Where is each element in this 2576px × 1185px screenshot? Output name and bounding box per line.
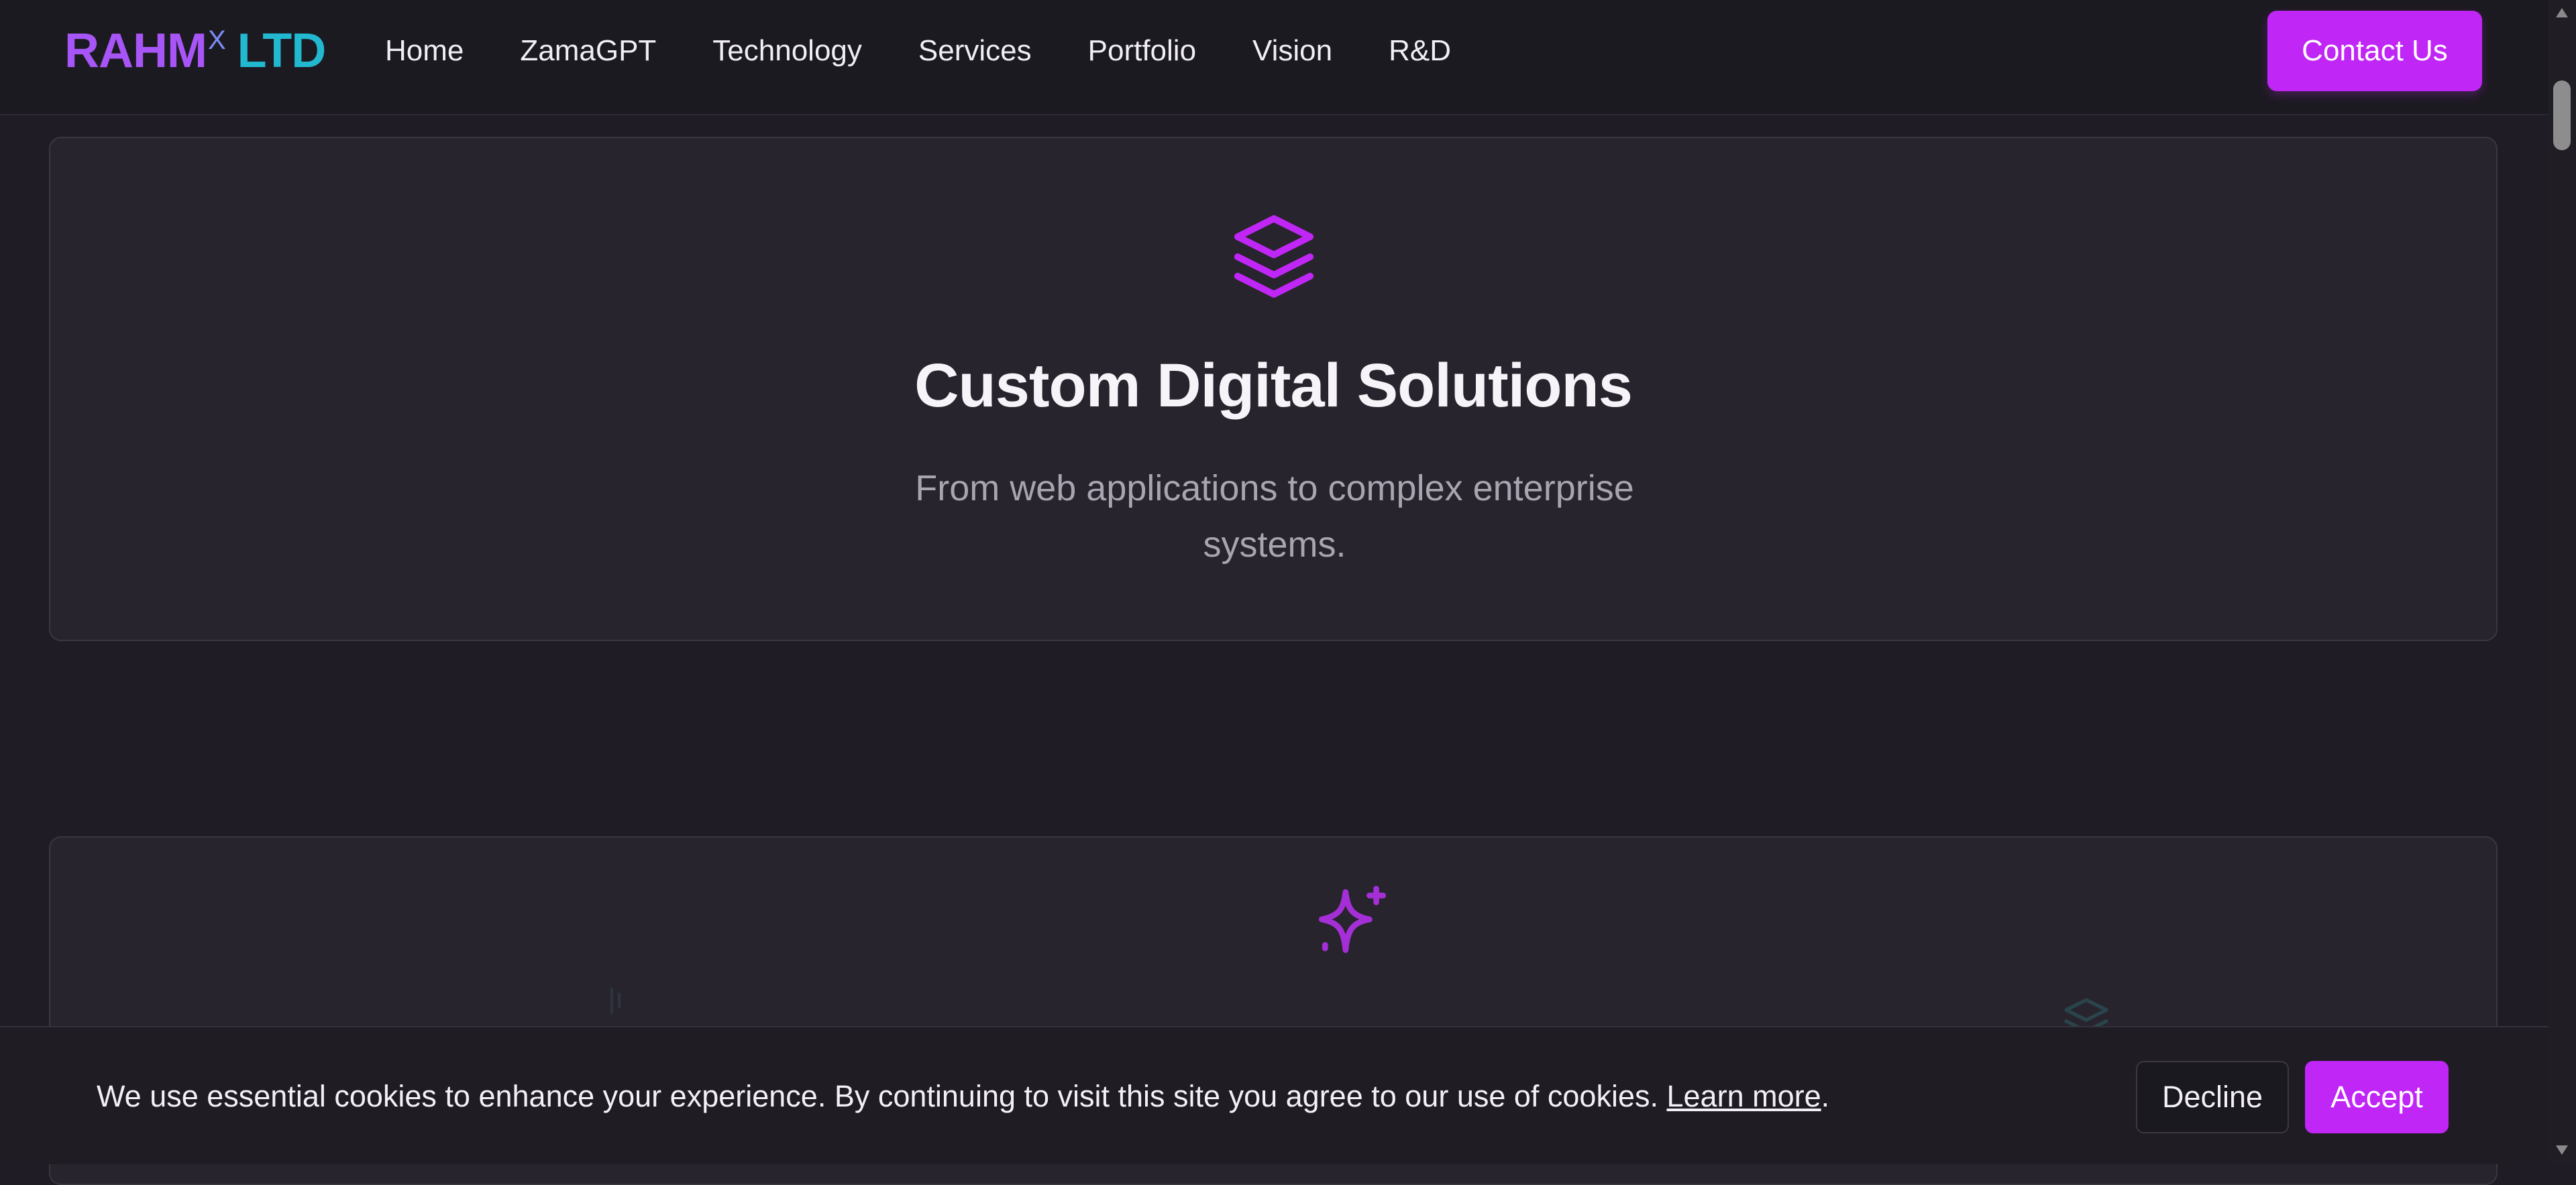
service-card-custom-digital-solutions: Custom Digital Solutions From web applic… — [49, 137, 2498, 641]
accept-button[interactable]: Accept — [2305, 1061, 2449, 1133]
site-header: RAHMX LTD Home ZamaGPT Technology Service… — [0, 0, 2548, 115]
logo-text-secondary: LTD — [237, 24, 327, 78]
scroll-thumb[interactable] — [2553, 80, 2571, 150]
cookie-message-container: We use essential cookies to enhance your… — [97, 1077, 1829, 1116]
site-logo[interactable]: RAHMX LTD — [64, 24, 327, 78]
scroll-down-arrow-icon[interactable] — [2556, 1145, 2568, 1155]
nav-item-zamagpt[interactable]: ZamaGPT — [520, 32, 656, 70]
contact-us-button[interactable]: Contact Us — [2267, 11, 2482, 91]
nav-item-services[interactable]: Services — [918, 32, 1032, 70]
logo-text-primary: RAHM — [64, 24, 207, 78]
cookie-message: We use essential cookies to enhance your… — [97, 1079, 1658, 1113]
nav-item-vision[interactable]: Vision — [1252, 32, 1332, 70]
logo-superscript: X — [207, 25, 226, 55]
learn-more-link[interactable]: Learn more — [1667, 1079, 1821, 1113]
nav-item-rnd[interactable]: R&D — [1389, 32, 1451, 70]
sparkles-icon — [1318, 885, 1387, 953]
page-scrollbar[interactable] — [2548, 0, 2576, 1164]
card-description: From web applications to complex enterpr… — [915, 468, 1634, 565]
decline-button[interactable]: Decline — [2136, 1061, 2289, 1133]
scroll-up-arrow-icon[interactable] — [2556, 8, 2568, 17]
faint-decoration-icon — [610, 987, 621, 1014]
layers-icon — [1234, 215, 1314, 298]
main-nav: Home ZamaGPT Technology Services Portfol… — [385, 32, 1451, 70]
nav-item-portfolio[interactable]: Portfolio — [1088, 32, 1196, 70]
nav-item-technology[interactable]: Technology — [712, 32, 862, 70]
nav-item-home[interactable]: Home — [385, 32, 464, 70]
cookie-trailing-punctuation: . — [1821, 1079, 1830, 1113]
cookie-consent-bar: We use essential cookies to enhance your… — [0, 1026, 2548, 1164]
card-title: Custom Digital Solutions — [914, 351, 1633, 420]
